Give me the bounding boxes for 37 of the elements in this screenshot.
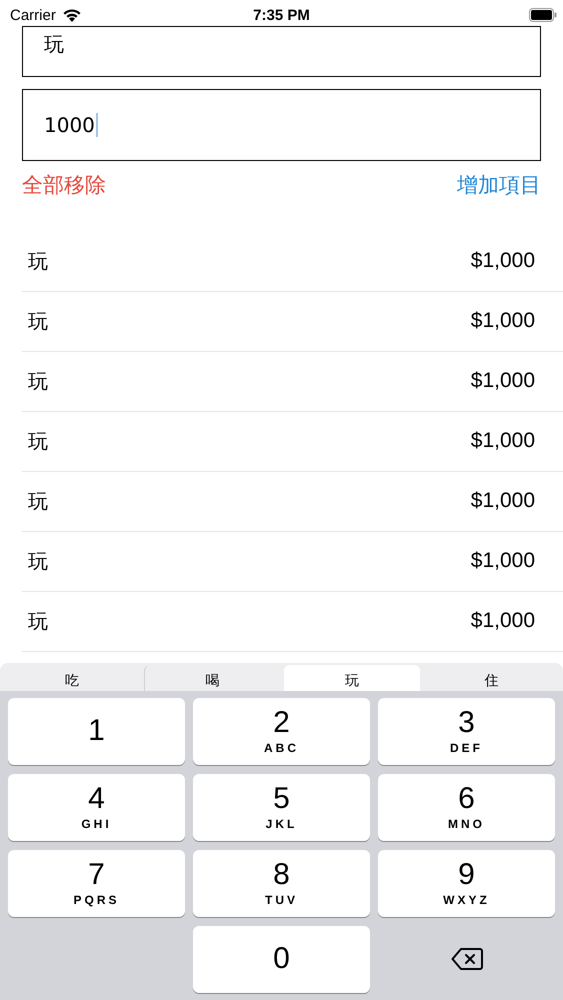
battery-icon [529,8,557,22]
item-amount: $1,000 [470,249,535,274]
item-amount: $1,000 [470,369,535,394]
add-item-button[interactable]: 增加項目 [457,171,541,200]
carrier-name: Carrier [10,6,56,24]
item-amount: $1,000 [470,549,535,574]
item-name: 玩 [28,368,48,395]
item-amount: $1,000 [470,429,535,454]
amount-field[interactable]: 1000 [22,89,541,161]
wifi-icon [62,8,82,22]
category-segment[interactable]: 住 [424,664,559,691]
item-name: 玩 [28,308,48,335]
remove-all-button[interactable]: 全部移除 [22,171,106,200]
item-name: 玩 [28,608,48,635]
item-amount: $1,000 [470,609,535,634]
keypad-key[interactable]: 0 [193,926,370,993]
keypad-key[interactable]: 9 WXYZ [378,850,555,917]
item-name: 玩 [28,488,48,515]
item-name: 玩 [28,548,48,575]
category-segment[interactable]: 玩 [284,664,420,691]
keypad-key[interactable]: 1 [8,698,185,765]
keypad-key[interactable]: 5 JKL [193,774,370,841]
category-segment[interactable]: 吃 [4,664,140,691]
status-time: 7:35 PM [253,6,310,24]
keypad-key[interactable]: 7 PQRS [8,850,185,917]
keypad-key[interactable]: 8 TUV [193,850,370,917]
name-field[interactable]: 玩 [22,26,541,78]
keypad-key[interactable]: 3 DEF [378,698,555,765]
keypad-key[interactable]: 2 ABC [193,698,370,765]
item-name: 玩 [28,428,48,455]
item-amount: $1,000 [470,309,535,334]
keypad-key[interactable]: 4 GHI [8,774,185,841]
delete-icon[interactable] [450,947,482,972]
item-amount: $1,000 [470,489,535,514]
item-name: 玩 [28,248,48,275]
amount-value: 1000 [44,112,95,137]
keypad-key[interactable]: 6 MNO [378,774,555,841]
